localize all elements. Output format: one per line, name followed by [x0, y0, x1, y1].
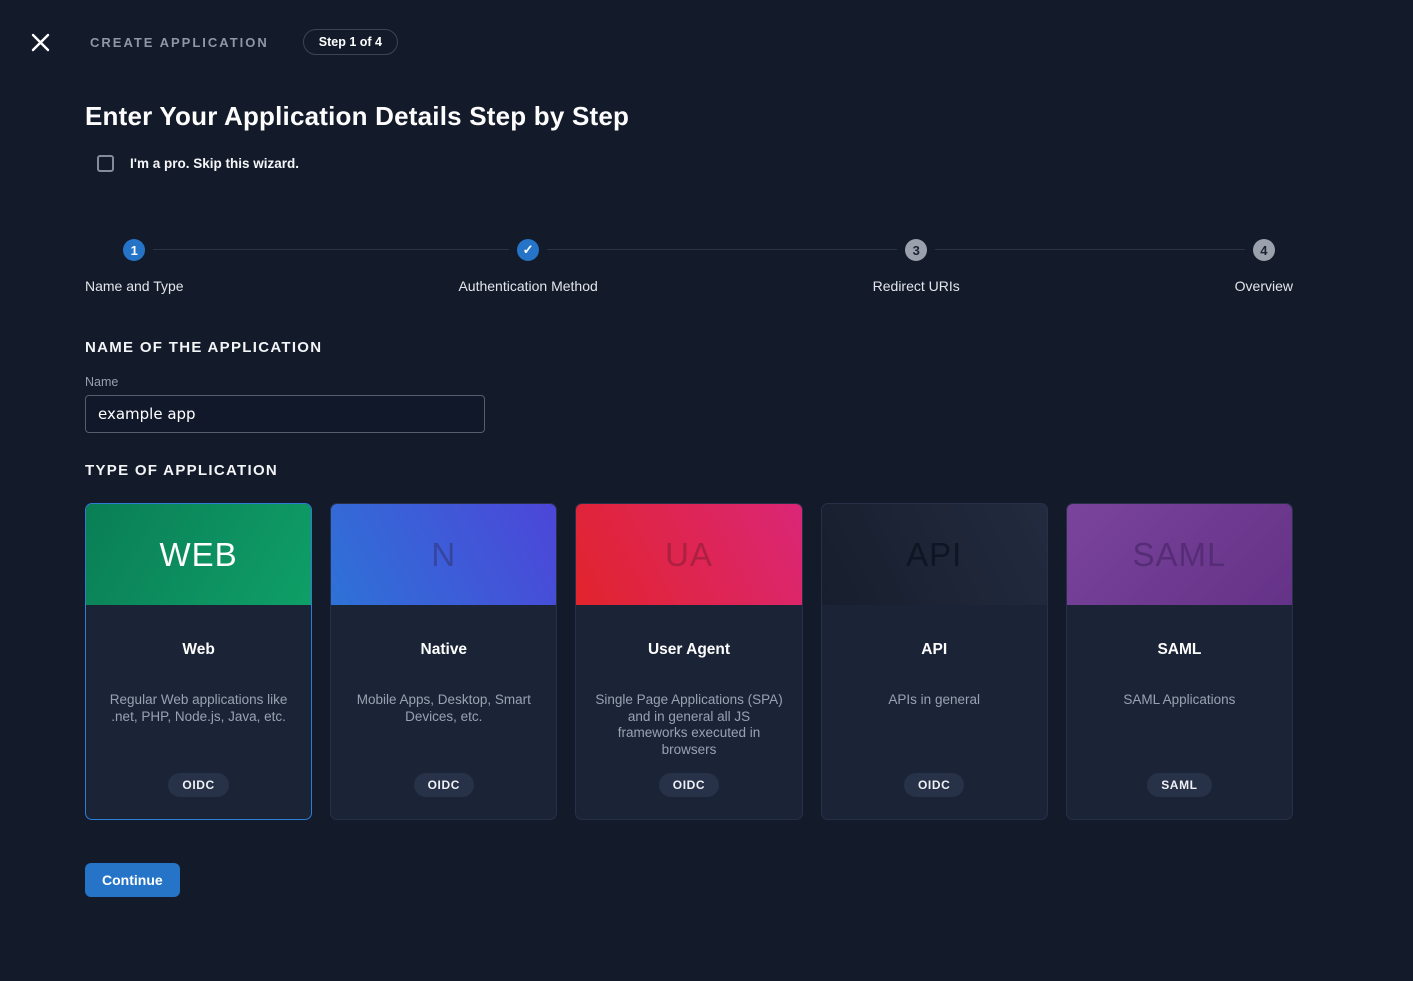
card-description: Single Page Applications (SPA) and in ge…	[592, 692, 785, 758]
type-card-saml[interactable]: SAML SAML SAML Applications SAML	[1066, 503, 1293, 820]
page-title: CREATE APPLICATION	[90, 35, 269, 50]
stepper-step-overview[interactable]: 4 Overview	[1235, 239, 1293, 294]
type-card-user-agent[interactable]: UA User Agent Single Page Applications (…	[575, 503, 802, 820]
card-title: SAML	[1157, 641, 1201, 659]
step-indicator: 4	[1253, 239, 1275, 261]
protocol-badge: OIDC	[904, 773, 964, 797]
continue-button[interactable]: Continue	[85, 863, 180, 897]
stepper-step-authentication-method[interactable]: ✓ Authentication Method	[458, 239, 597, 294]
card-title: API	[921, 641, 947, 659]
name-field-label: Name	[85, 375, 1293, 389]
skip-wizard-checkbox[interactable]	[97, 155, 114, 172]
name-section-title: NAME OF THE APPLICATION	[85, 339, 1293, 356]
application-name-input[interactable]	[85, 395, 485, 433]
card-description: APIs in general	[888, 692, 980, 709]
card-title: User Agent	[648, 641, 730, 659]
card-description: Mobile Apps, Desktop, Smart Devices, etc…	[347, 692, 540, 725]
step-check-icon: ✓	[517, 239, 539, 261]
step-indicator: 3	[905, 239, 927, 261]
skip-wizard-row[interactable]: I'm a pro. Skip this wizard.	[97, 155, 1293, 172]
card-body: SAML SAML Applications SAML	[1067, 605, 1292, 819]
card-banner: WEB	[86, 504, 311, 605]
step-label: Redirect URIs	[873, 278, 960, 294]
type-card-web[interactable]: WEB Web Regular Web applications like .n…	[85, 503, 312, 820]
wizard-topbar: CREATE APPLICATION Step 1 of 4	[0, 0, 1413, 54]
step-label: Name and Type	[85, 278, 184, 294]
step-label: Overview	[1235, 278, 1293, 294]
stepper-step-redirect-uris[interactable]: 3 Redirect URIs	[873, 239, 960, 294]
card-description: SAML Applications	[1123, 692, 1235, 709]
step-indicator: 1	[123, 239, 145, 261]
close-x-glyph	[31, 33, 50, 52]
protocol-badge: OIDC	[168, 773, 228, 797]
wizard-stepper: 1 Name and Type ✓ Authentication Method …	[85, 239, 1293, 295]
step-label: Authentication Method	[458, 278, 597, 294]
application-type-cards: WEB Web Regular Web applications like .n…	[85, 503, 1293, 820]
card-body: Web Regular Web applications like .net, …	[86, 605, 311, 819]
card-body: User Agent Single Page Applications (SPA…	[576, 605, 801, 819]
protocol-badge: OIDC	[414, 773, 474, 797]
type-card-native[interactable]: N Native Mobile Apps, Desktop, Smart Dev…	[330, 503, 557, 820]
card-title: Native	[421, 641, 468, 659]
protocol-badge: OIDC	[659, 773, 719, 797]
wizard-content: Enter Your Application Details Step by S…	[85, 101, 1293, 897]
card-banner: API	[822, 504, 1047, 605]
type-section-title: TYPE OF APPLICATION	[85, 462, 1293, 479]
card-description: Regular Web applications like .net, PHP,…	[102, 692, 295, 725]
card-banner: N	[331, 504, 556, 605]
close-icon[interactable]	[28, 30, 52, 54]
stepper-step-name-and-type[interactable]: 1 Name and Type	[85, 239, 184, 294]
step-badge: Step 1 of 4	[303, 29, 398, 55]
card-body: API APIs in general OIDC	[822, 605, 1047, 819]
card-banner: UA	[576, 504, 801, 605]
skip-wizard-label: I'm a pro. Skip this wizard.	[130, 156, 299, 171]
protocol-badge: SAML	[1147, 773, 1211, 797]
wizard-heading: Enter Your Application Details Step by S…	[85, 101, 1293, 132]
type-card-api[interactable]: API API APIs in general OIDC	[821, 503, 1048, 820]
card-body: Native Mobile Apps, Desktop, Smart Devic…	[331, 605, 556, 819]
card-banner: SAML	[1067, 504, 1292, 605]
card-title: Web	[182, 641, 214, 659]
